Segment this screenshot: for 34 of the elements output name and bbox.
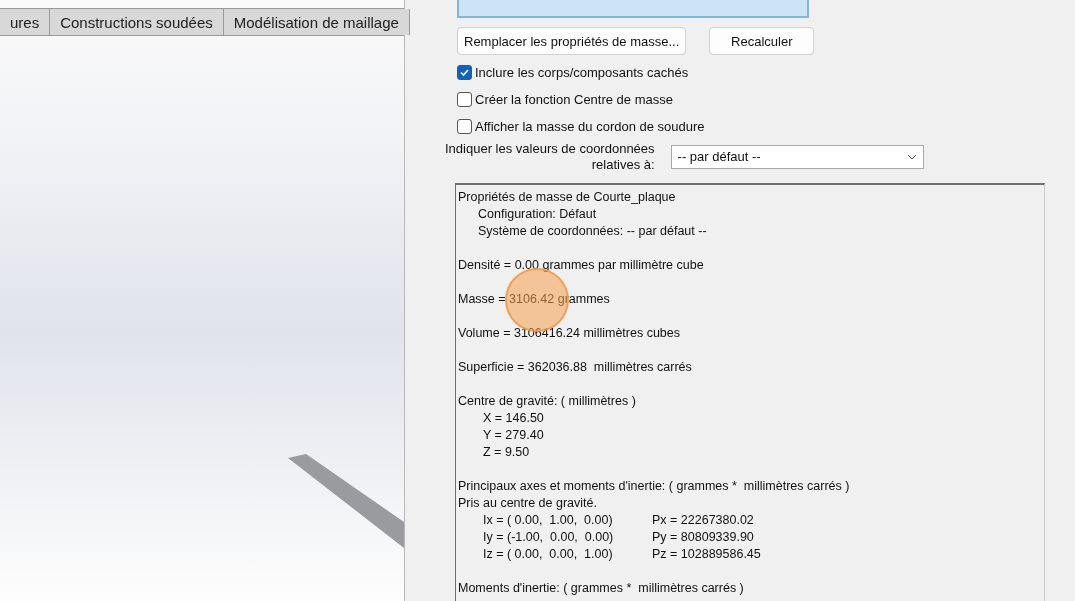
- report-line: Moments d'inertie: ( grammes * millimètres carrés ): [458, 580, 744, 597]
- action-button[interactable]: Remplacer les propriétés de masse...: [457, 27, 687, 56]
- report-line: Z = 9.50: [483, 444, 530, 461]
- report-line: Principaux axes et moments d'inertie: ( grammes * millimètres carrés ): [458, 478, 850, 495]
- report-line: Centre de gravité: ( millimètres ): [458, 393, 636, 410]
- report-line: Propriétés de masse de Courte_plaque: [458, 189, 676, 206]
- tab[interactable]: ures: [0, 9, 51, 35]
- option-label: Créer la fonction Centre de masse: [475, 92, 673, 108]
- coordinate-label: Indiquer les valeurs de coordonnées relatives à:: [445, 141, 655, 173]
- tab[interactable]: Modélisation de maillage: [223, 9, 410, 35]
- report-line: Ix = ( 0.00, 1.00, 0.00): [483, 512, 614, 529]
- report-value: Pz = 102889586.45: [652, 546, 761, 563]
- option-label: Afficher la masse du cordon de soudure: [475, 119, 705, 134]
- action-button[interactable]: Recalculer: [709, 27, 815, 56]
- report-line: Y = 279.40: [483, 427, 544, 444]
- report-line: Iy = (-1.00, 0.00, 0.00): [483, 529, 615, 546]
- report-line: Densité = 0.00 grammes par millimètre cube: [458, 257, 704, 274]
- report-line: Système de coordonnées: -- par défaut --: [478, 223, 707, 240]
- report-line: Volume = 3106416.24 millimètres cubes: [458, 325, 680, 342]
- report-line: X = 146.50: [483, 410, 544, 427]
- checkbox[interactable]: [457, 92, 472, 108]
- coordinate-select[interactable]: -- par défaut --: [670, 145, 924, 169]
- report-line: Iz = ( 0.00, 0.00, 1.00): [483, 546, 614, 563]
- report-value: Px = 22267380.02: [652, 512, 754, 529]
- checkbox[interactable]: [457, 65, 472, 81]
- report-value: Py = 80809339.90: [652, 529, 754, 546]
- report-line: Pris au centre de gravité.: [458, 495, 597, 512]
- chevron-down-icon: [906, 154, 917, 160]
- option-label: Inclure les corps/composants cachés: [475, 65, 689, 81]
- report-line: Superficie = 362036.88 millimètres carrés: [458, 359, 692, 376]
- tab[interactable]: Constructions soudées: [50, 9, 224, 35]
- checkbox[interactable]: [457, 119, 472, 134]
- checkmark-icon: [459, 67, 470, 79]
- report-line: Configuration: Défaut: [478, 206, 597, 223]
